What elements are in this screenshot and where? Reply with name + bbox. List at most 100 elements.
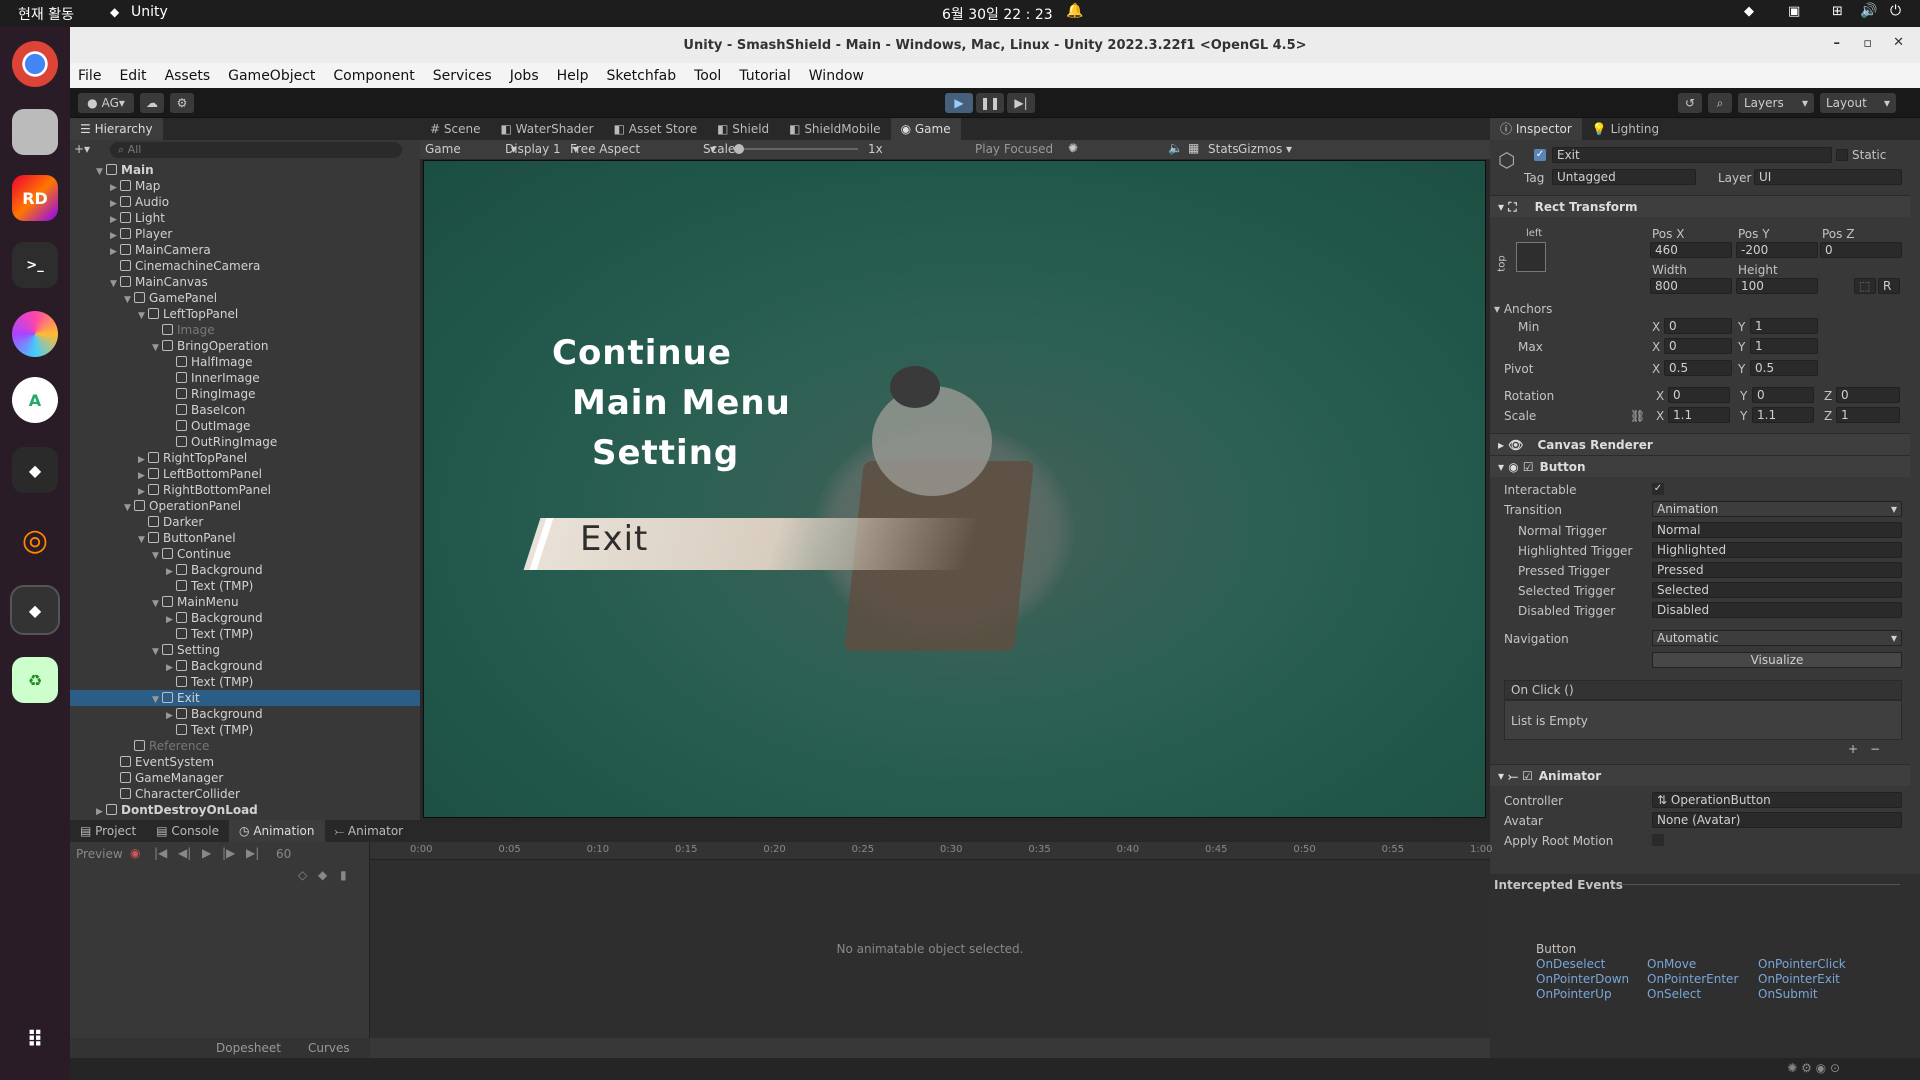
- close-button[interactable]: ✕: [1893, 35, 1904, 50]
- prev-key-icon[interactable]: ◀|: [178, 846, 191, 860]
- hierarchy-item[interactable]: ▼ GamePanel: [70, 290, 420, 306]
- tab-animator[interactable]: ⤚ Animator: [325, 820, 414, 842]
- anchors-foldout[interactable]: ▾ Anchors: [1494, 302, 1552, 316]
- hierarchy-item[interactable]: ▼ Main: [70, 162, 420, 178]
- avatar-field[interactable]: None (Avatar): [1652, 812, 1902, 828]
- mute-audio-icon[interactable]: 🔈: [1168, 141, 1183, 155]
- cloud-icon[interactable]: ☁: [140, 93, 164, 113]
- minimize-button[interactable]: –: [1834, 36, 1841, 51]
- height-field[interactable]: 100: [1736, 278, 1818, 294]
- anchor-min-y[interactable]: 1: [1750, 318, 1818, 334]
- pivot-y[interactable]: 0.5: [1750, 360, 1818, 376]
- event-marker-icon[interactable]: ▮: [340, 868, 347, 882]
- rotation-y[interactable]: 0: [1752, 387, 1814, 403]
- canvas-renderer-header[interactable]: ▸ 👁 Canvas Renderer: [1490, 433, 1910, 455]
- bug-icon[interactable]: ✺: [1068, 141, 1078, 155]
- hierarchy-item[interactable]: ▶ LeftBottomPanel: [70, 466, 420, 482]
- scale-z[interactable]: 1: [1836, 407, 1900, 423]
- power-icon[interactable]: ⏻: [1890, 3, 1901, 19]
- show-apps-icon[interactable]: ⠿: [12, 1017, 58, 1063]
- hierarchy-item[interactable]: Text (TMP): [70, 722, 420, 738]
- raw-edit-button[interactable]: R: [1878, 278, 1900, 294]
- hierarchy-item[interactable]: ▶ Light: [70, 210, 420, 226]
- hierarchy-item[interactable]: ▼ MainCanvas: [70, 274, 420, 290]
- active-checkbox[interactable]: ✓: [1534, 149, 1546, 161]
- hierarchy-item[interactable]: GameManager: [70, 770, 420, 786]
- gizmos-dropdown[interactable]: Gizmos ▾: [1238, 142, 1292, 156]
- network-icon[interactable]: ⊞: [1832, 4, 1843, 19]
- game-viewport[interactable]: Continue Main Menu Setting Exit: [423, 160, 1486, 818]
- trigger-field[interactable]: Selected: [1652, 582, 1902, 598]
- pause-button[interactable]: ❚❚: [976, 93, 1004, 113]
- width-field[interactable]: 800: [1650, 278, 1732, 294]
- posy-field[interactable]: -200: [1736, 242, 1818, 258]
- animator-header[interactable]: ▾ ⤚ ☑ Animator: [1490, 764, 1910, 786]
- hierarchy-item[interactable]: HalfImage: [70, 354, 420, 370]
- stats-button[interactable]: Stats: [1208, 142, 1239, 156]
- volume-icon[interactable]: 🔊: [1860, 3, 1877, 19]
- add-event-button[interactable]: +: [1848, 742, 1858, 756]
- static-checkbox[interactable]: [1836, 149, 1848, 161]
- frame-field[interactable]: 60: [276, 847, 291, 861]
- android-studio-icon[interactable]: A: [12, 377, 58, 423]
- hierarchy-item[interactable]: Image: [70, 322, 420, 338]
- hierarchy-item[interactable]: ▼ OperationPanel: [70, 498, 420, 514]
- collab-icon[interactable]: ⚙: [170, 93, 194, 113]
- tray-screen-icon[interactable]: ▣: [1788, 4, 1800, 19]
- add-key-icon[interactable]: ◇: [298, 868, 307, 882]
- unity-editor-icon[interactable]: ◆: [10, 585, 60, 635]
- hierarchy-item[interactable]: ▶ Background: [70, 658, 420, 674]
- menu-tutorial[interactable]: Tutorial: [739, 68, 790, 84]
- layer-dropdown[interactable]: UI: [1754, 169, 1902, 185]
- hierarchy-item[interactable]: ▼ LeftTopPanel: [70, 306, 420, 322]
- tab-shieldmobile[interactable]: ◧ ShieldMobile: [779, 118, 890, 140]
- navigation-dropdown[interactable]: Automatic ▾: [1652, 630, 1902, 646]
- object-name-field[interactable]: Exit: [1552, 147, 1832, 163]
- tab-console[interactable]: ▤ Console: [146, 820, 229, 842]
- tab-hierarchy[interactable]: ☰ Hierarchy: [70, 118, 163, 140]
- collapsed-arrow-icon[interactable]: ▶: [96, 804, 106, 820]
- scale-slider-handle[interactable]: [734, 144, 744, 154]
- step-button[interactable]: ▶|: [1007, 93, 1035, 113]
- maximize-button[interactable]: ▫: [1863, 36, 1872, 51]
- rect-transform-header[interactable]: ▾ ⛶ Rect Transform: [1490, 195, 1910, 217]
- hierarchy-item[interactable]: ▼ BringOperation: [70, 338, 420, 354]
- hierarchy-item[interactable]: ▶ RightTopPanel: [70, 450, 420, 466]
- trigger-field[interactable]: Disabled: [1652, 602, 1902, 618]
- tab-project[interactable]: ▤ Project: [70, 820, 146, 842]
- hierarchy-item[interactable]: ▶ Audio: [70, 194, 420, 210]
- dopesheet-button[interactable]: Dopesheet: [216, 1041, 281, 1055]
- link-icon[interactable]: ⛓: [1630, 409, 1645, 423]
- hierarchy-item[interactable]: ▶ DontDestroyOnLoad: [70, 802, 420, 818]
- remove-event-button[interactable]: −: [1870, 742, 1880, 756]
- search-icon[interactable]: ⌕: [1708, 93, 1732, 113]
- menu-window[interactable]: Window: [809, 68, 864, 84]
- trigger-field[interactable]: Pressed: [1652, 562, 1902, 578]
- hierarchy-item[interactable]: ▶ RightBottomPanel: [70, 482, 420, 498]
- tray-unity-icon[interactable]: ◆: [1744, 4, 1754, 19]
- next-key-icon[interactable]: |▶: [222, 846, 235, 860]
- record-icon[interactable]: ◉: [130, 846, 140, 860]
- aspect-dropdown[interactable]: Free Aspect ▾: [570, 142, 716, 156]
- layers-dropdown[interactable]: Layers ▾: [1738, 93, 1814, 113]
- menu-edit[interactable]: Edit: [119, 68, 146, 84]
- first-key-icon[interactable]: |◀: [154, 846, 167, 860]
- menu-help[interactable]: Help: [557, 68, 589, 84]
- rotation-z[interactable]: 0: [1836, 387, 1900, 403]
- trigger-field[interactable]: Highlighted: [1652, 542, 1902, 558]
- menu-services[interactable]: Services: [433, 68, 492, 84]
- play-focused-dropdown[interactable]: Play Focused ▾: [975, 142, 1075, 156]
- tab-shield[interactable]: ◧ Shield: [707, 118, 779, 140]
- play-anim-icon[interactable]: ▶: [202, 846, 211, 860]
- files-icon[interactable]: [12, 109, 58, 155]
- color-picker-icon[interactable]: [12, 311, 58, 357]
- hierarchy-item[interactable]: Text (TMP): [70, 626, 420, 642]
- posz-field[interactable]: 0: [1820, 242, 1902, 258]
- tab-lighting[interactable]: 💡 Lighting: [1582, 118, 1669, 140]
- hierarchy-item[interactable]: OutImage: [70, 418, 420, 434]
- menu-file[interactable]: File: [78, 68, 101, 84]
- blueprint-button[interactable]: ⬚: [1854, 278, 1876, 294]
- hierarchy-item[interactable]: ▶ Map: [70, 178, 420, 194]
- root-motion-checkbox[interactable]: [1652, 834, 1664, 846]
- history-icon[interactable]: ↺: [1678, 93, 1702, 113]
